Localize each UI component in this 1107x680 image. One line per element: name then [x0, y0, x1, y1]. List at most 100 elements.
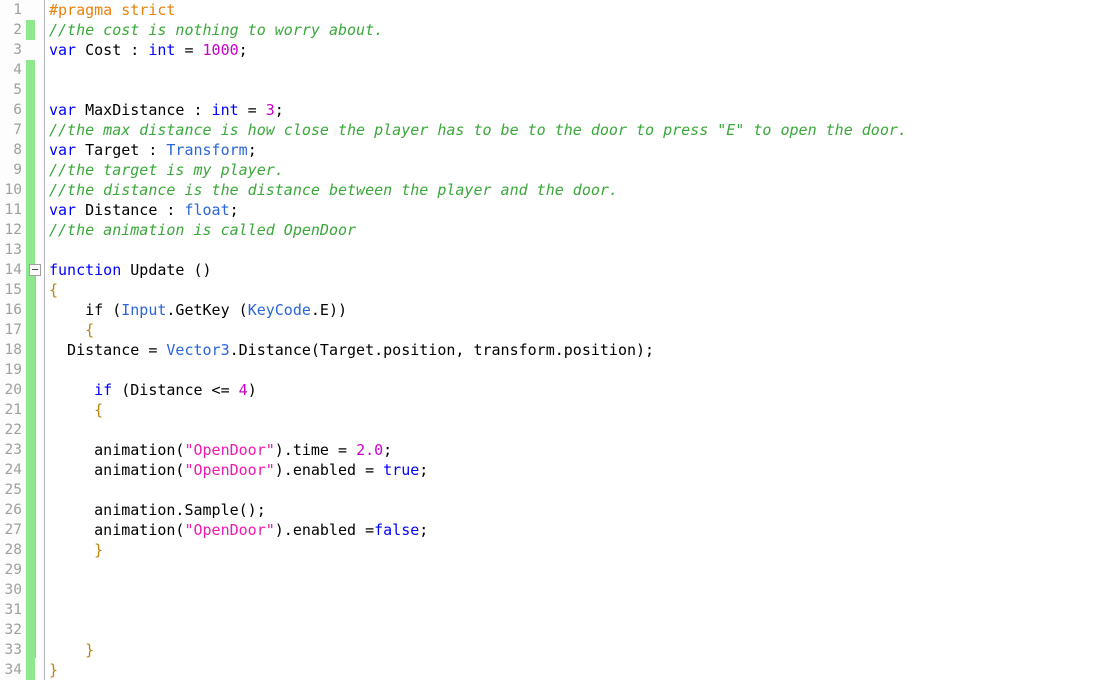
code-editor[interactable]: 1 2 3 4 5 6 7 8 9 10 11 12 13 14 15 16 17 18 19 20 21 22 23 24 2…	[0, 0, 1107, 680]
line-number: 7	[13, 122, 22, 138]
line-number: 33	[4, 642, 22, 658]
fold-column[interactable]	[29, 0, 45, 680]
line-number: 30	[4, 582, 22, 598]
code-line[interactable]	[49, 580, 1107, 600]
line-number: 16	[4, 302, 22, 318]
code-line[interactable]: function Update ()	[49, 260, 1107, 280]
code-token-brace: {	[85, 321, 95, 339]
code-token-kw: function	[49, 261, 122, 279]
code-token-plain: (Distance <=	[112, 381, 239, 399]
line-number: 14	[4, 262, 22, 278]
code-line[interactable]: {	[49, 400, 1107, 420]
code-token-plain: Update ()	[121, 261, 212, 279]
line-number: 1	[13, 2, 22, 18]
line-number: 17	[4, 322, 22, 338]
code-token-kw: var	[49, 201, 77, 219]
code-token-plain: Cost :	[76, 41, 149, 59]
line-number: 6	[13, 102, 22, 118]
code-line[interactable]: }	[49, 540, 1107, 560]
code-token-num: 2.0	[356, 441, 384, 459]
code-token-plain: ).enabled =	[274, 461, 384, 479]
code-line[interactable]: }	[49, 640, 1107, 660]
code-token-type: Input	[121, 301, 167, 319]
line-number: 28	[4, 542, 22, 558]
code-line[interactable]	[49, 240, 1107, 260]
code-token-plain: ;	[419, 461, 429, 479]
code-line[interactable]	[49, 80, 1107, 100]
editor-gutter[interactable]: 1 2 3 4 5 6 7 8 9 10 11 12 13 14 15 16 17 18 19 20 21 22 23 24 2…	[0, 0, 45, 680]
code-line[interactable]: animation("OpenDoor").enabled =false;	[49, 520, 1107, 540]
code-token-plain: if (	[49, 301, 122, 319]
line-number: 31	[4, 602, 22, 618]
code-token-plain: MaxDistance :	[76, 101, 212, 119]
code-token-plain: animation(	[49, 461, 185, 479]
code-token-kw: false	[374, 521, 420, 539]
code-line[interactable]: {	[49, 280, 1107, 300]
code-line[interactable]: #pragma strict	[49, 0, 1107, 20]
line-number: 22	[4, 422, 22, 438]
code-line[interactable]: var Cost : int = 1000;	[49, 40, 1107, 60]
code-line[interactable]: //the target is my player.	[49, 160, 1107, 180]
code-token-plain: ;	[383, 441, 393, 459]
code-line[interactable]: var Distance : float;	[49, 200, 1107, 220]
line-number: 23	[4, 442, 22, 458]
code-line[interactable]	[49, 420, 1107, 440]
code-line[interactable]: var MaxDistance : int = 3;	[49, 100, 1107, 120]
code-token-plain: animation(	[49, 521, 185, 539]
code-token-kw: var	[49, 101, 77, 119]
code-line[interactable]: //the animation is called OpenDoor	[49, 220, 1107, 240]
code-line[interactable]: var Target : Transform;	[49, 140, 1107, 160]
code-text-area[interactable]: #pragma strict //the cost is nothing to w…	[45, 0, 1107, 680]
code-line[interactable]	[49, 60, 1107, 80]
code-line[interactable]: //the distance is the distance between t…	[49, 180, 1107, 200]
line-number: 18	[4, 342, 22, 358]
line-number: 3	[13, 42, 22, 58]
code-line[interactable]	[49, 480, 1107, 500]
code-line[interactable]	[49, 620, 1107, 640]
code-line[interactable]: if (Input.GetKey (KeyCode.E))	[49, 300, 1107, 320]
code-token-str: "OpenDoor"	[184, 521, 275, 539]
code-token-plain: .GetKey (	[166, 301, 248, 319]
fold-collapse-icon[interactable]	[29, 264, 41, 276]
code-line[interactable]: if (Distance <= 4)	[49, 380, 1107, 400]
line-number: 19	[4, 362, 22, 378]
code-token-plain: ).time =	[274, 441, 357, 459]
code-line[interactable]	[49, 360, 1107, 380]
line-number: 25	[4, 482, 22, 498]
code-token-cmt: //the max distance is how close the play…	[49, 121, 907, 139]
code-token-cmt: //the distance is the distance between t…	[49, 181, 618, 199]
code-line[interactable]	[49, 600, 1107, 620]
line-number: 13	[4, 242, 22, 258]
code-token-plain: Distance :	[76, 201, 185, 219]
code-token-str: "OpenDoor"	[184, 461, 275, 479]
code-token-plain: Target :	[76, 141, 167, 159]
code-token-plain: ;	[238, 41, 248, 59]
code-line[interactable]: //the cost is nothing to worry about.	[49, 20, 1107, 40]
code-line[interactable]: }	[49, 660, 1107, 680]
line-number: 15	[4, 282, 22, 298]
code-line[interactable]: animation.Sample();	[49, 500, 1107, 520]
code-token-plain: animation(	[49, 441, 185, 459]
code-token-plain: .E))	[310, 301, 348, 319]
code-line[interactable]: Distance = Vector3.Distance(Target.posit…	[49, 340, 1107, 360]
code-line[interactable]	[49, 560, 1107, 580]
code-token-plain: ;	[419, 521, 429, 539]
code-token-brace: }	[49, 661, 59, 679]
line-number: 20	[4, 382, 22, 398]
code-token-plain: ;	[229, 201, 239, 219]
code-token-brace: }	[94, 541, 104, 559]
code-token-kw: var	[49, 141, 77, 159]
code-token-plain: ;	[247, 141, 257, 159]
code-token-cmt: //the target is my player.	[49, 161, 284, 179]
line-number: 29	[4, 562, 22, 578]
code-line[interactable]: animation("OpenDoor").enabled = true;	[49, 460, 1107, 480]
line-number: 9	[13, 162, 22, 178]
code-token-kw: var	[49, 41, 77, 59]
code-line[interactable]: animation("OpenDoor").time = 2.0;	[49, 440, 1107, 460]
code-token-plain: Distance =	[49, 341, 167, 359]
code-line[interactable]: //the max distance is how close the play…	[49, 120, 1107, 140]
code-line[interactable]: {	[49, 320, 1107, 340]
